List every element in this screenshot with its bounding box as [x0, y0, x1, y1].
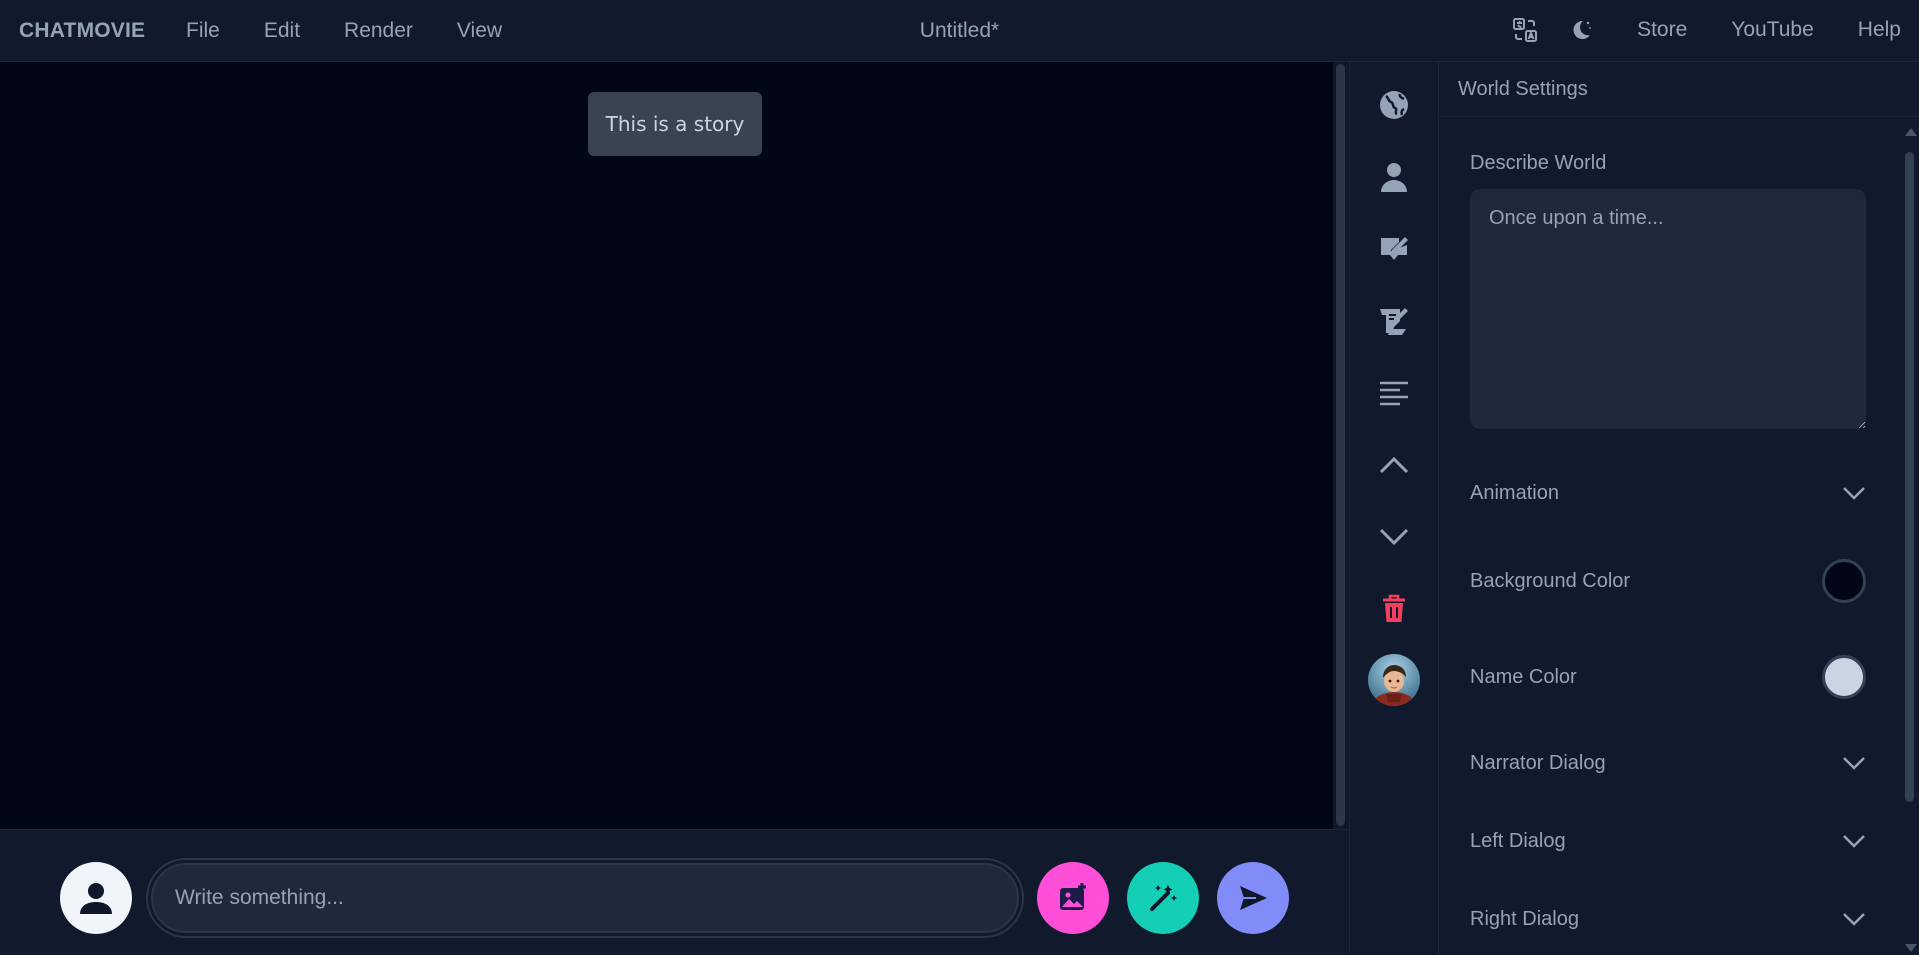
delete-button[interactable] [1366, 581, 1422, 637]
world-button[interactable] [1366, 77, 1422, 133]
moon-icon[interactable] [1567, 16, 1595, 44]
user-icon [1381, 163, 1407, 192]
menu-bar: File Edit Render View [186, 19, 546, 43]
chevron-down-icon [1379, 528, 1409, 546]
vertical-toolbar [1349, 62, 1439, 954]
move-up-button[interactable] [1366, 437, 1422, 493]
align-left-button[interactable] [1366, 365, 1422, 421]
add-image-icon [1060, 883, 1086, 910]
character-avatar[interactable] [1368, 654, 1420, 706]
globe-icon [1380, 91, 1408, 119]
chevron-down-icon [1843, 757, 1865, 770]
canvas-scrollbar[interactable] [1333, 62, 1349, 829]
panel-scrollbar-thumb[interactable] [1905, 152, 1914, 802]
chevron-down-icon [1843, 487, 1865, 500]
describe-world-textarea[interactable] [1470, 189, 1866, 429]
message-input[interactable] [151, 863, 1019, 933]
character-button[interactable] [1366, 149, 1422, 205]
app-brand[interactable]: CHATMOVIE [19, 19, 145, 43]
composer-bar [0, 829, 1349, 955]
menu-file[interactable]: File [186, 19, 220, 43]
narrator-dialog-label: Narrator Dialog [1470, 751, 1606, 774]
describe-world-label: Describe World [1470, 152, 1607, 174]
panel-title: World Settings [1458, 78, 1588, 100]
trash-icon [1383, 594, 1405, 622]
menu-view[interactable]: View [457, 19, 502, 43]
right-dialog-section[interactable]: Right Dialog [1470, 893, 1866, 945]
scroll-down-arrow[interactable] [1905, 944, 1917, 952]
narrator-dialog-section[interactable]: Narrator Dialog [1470, 737, 1866, 789]
background-color-row: Background Color [1470, 555, 1866, 607]
speaker-avatar-button[interactable] [60, 862, 132, 934]
left-dialog-section[interactable]: Left Dialog [1470, 815, 1866, 867]
magic-wand-button[interactable] [1127, 862, 1199, 934]
story-bubble[interactable]: This is a story [588, 92, 762, 156]
send-button[interactable] [1217, 862, 1289, 934]
chevron-up-icon [1379, 456, 1409, 474]
chevron-down-icon [1843, 913, 1865, 926]
right-dialog-label: Right Dialog [1470, 907, 1579, 930]
scroll-up-arrow[interactable] [1905, 128, 1917, 136]
send-icon [1240, 886, 1267, 910]
store-link[interactable]: Store [1637, 18, 1687, 42]
name-color-label: Name Color [1470, 665, 1577, 688]
settings-panel: World Settings Describe World Animation … [1439, 62, 1919, 954]
edit-note-button[interactable] [1366, 221, 1422, 277]
translate-icon[interactable] [1511, 16, 1539, 44]
align-left-icon [1380, 381, 1408, 406]
move-down-button[interactable] [1366, 509, 1422, 565]
menu-render[interactable]: Render [344, 19, 413, 43]
script-button[interactable] [1366, 293, 1422, 349]
panel-scrollbar[interactable] [1901, 122, 1919, 954]
top-right-menu: Store YouTube Help [1511, 16, 1901, 44]
background-color-swatch[interactable] [1822, 559, 1866, 603]
script-icon [1380, 308, 1408, 335]
chevron-down-icon [1843, 835, 1865, 848]
animation-label: Animation [1470, 481, 1559, 504]
story-canvas[interactable]: This is a story [0, 62, 1333, 829]
user-icon [80, 883, 112, 914]
top-bar: CHATMOVIE File Edit Render View Untitled… [0, 0, 1919, 62]
name-color-swatch[interactable] [1822, 655, 1866, 699]
document-title: Untitled* [919, 19, 1000, 42]
canvas-scrollbar-thumb[interactable] [1336, 64, 1345, 826]
animation-section[interactable]: Animation [1470, 467, 1866, 519]
youtube-link[interactable]: YouTube [1731, 18, 1814, 42]
menu-edit[interactable]: Edit [264, 19, 300, 43]
left-dialog-label: Left Dialog [1470, 829, 1566, 852]
add-image-button[interactable] [1037, 862, 1109, 934]
edit-note-icon [1381, 237, 1408, 260]
help-link[interactable]: Help [1858, 18, 1901, 42]
magic-wand-icon [1150, 885, 1177, 911]
panel-header: World Settings [1439, 62, 1919, 117]
background-color-label: Background Color [1470, 569, 1631, 592]
message-input-wrapper [146, 858, 1024, 938]
name-color-row: Name Color [1470, 651, 1866, 703]
